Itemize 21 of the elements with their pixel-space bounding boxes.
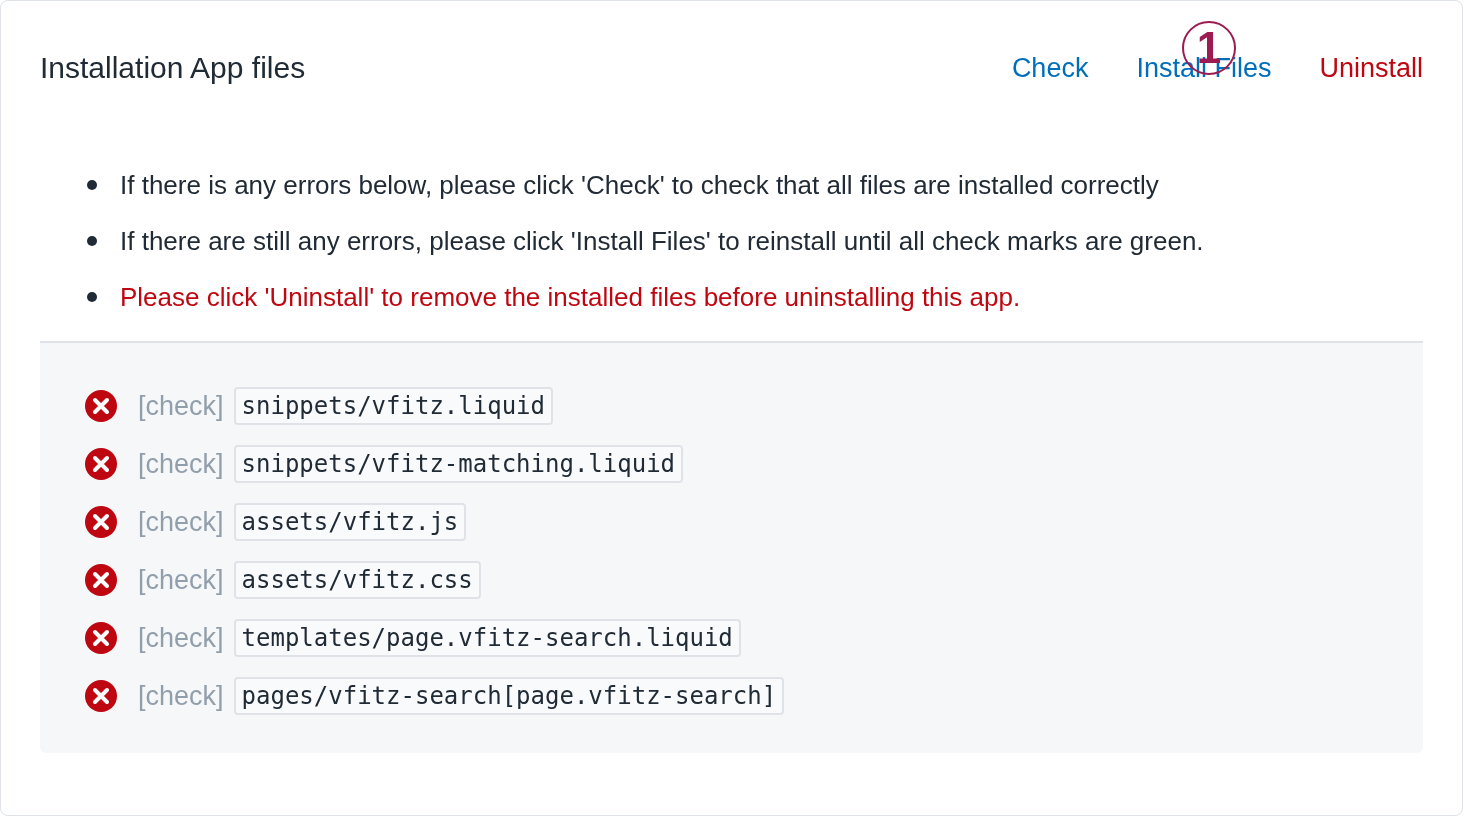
bullet-dot xyxy=(87,292,97,302)
action-link[interactable]: Check xyxy=(1011,52,1089,84)
check-label: [check] xyxy=(138,680,224,712)
instruction-text: If there are still any errors, please click 'Install Files' to reinstall until all check marks are green. xyxy=(120,226,1204,256)
uninstall-link[interactable]: Uninstall xyxy=(1319,52,1423,84)
check-label: [check] xyxy=(138,390,224,422)
bullet-dot xyxy=(87,180,97,190)
file-path: assets/vfitz.js xyxy=(233,503,467,541)
check-label: [check] xyxy=(138,622,224,654)
file-path: assets/vfitz.css xyxy=(233,561,481,599)
check-label: [check] xyxy=(138,564,224,596)
bullet-dot xyxy=(87,236,97,246)
check-label: [check] xyxy=(138,506,224,538)
check-label: [check] xyxy=(138,448,224,480)
file-path: snippets/vfitz-matching.liquid xyxy=(233,445,684,483)
warning-text: Please click 'Uninstall' to remove the installed files before uninstalling this app. xyxy=(120,282,1021,312)
instruction-text: If there is any errors below, please click 'Check' to check that all files are installed correctly xyxy=(120,170,1159,200)
file-path: pages/vfitz-search[page.vfitz-search] xyxy=(233,677,785,715)
page-title: Installation App files xyxy=(40,51,306,85)
file-path: templates/page.vfitz-search.liquid xyxy=(233,619,741,657)
file-path: snippets/vfitz.liquid xyxy=(233,387,553,425)
